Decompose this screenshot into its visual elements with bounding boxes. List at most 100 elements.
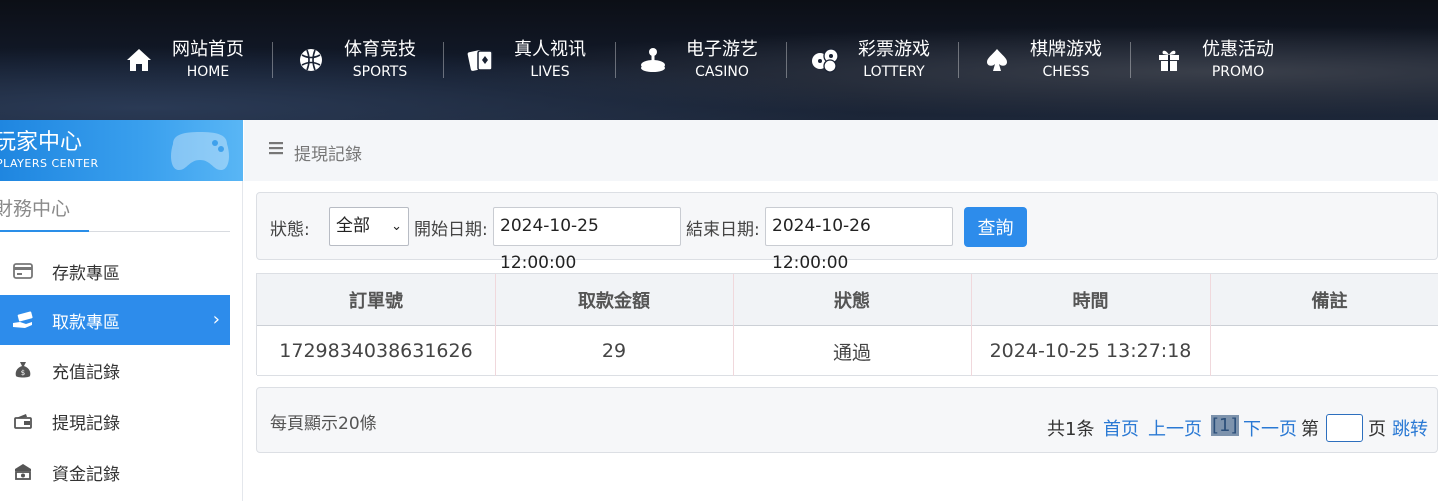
sidebar-item-recharge-records[interactable]: $ 充值記錄 <box>0 345 230 395</box>
pagination-bar: 每頁顯示20條 共1条 首页 上一页 [1] 下一页 第 页 跳转 <box>256 387 1438 453</box>
nav-lives-sub: LIVES <box>530 64 570 80</box>
sidebar-item-label: 存款專區 <box>52 263 120 284</box>
column-divider <box>495 274 496 376</box>
filter-bar: 狀態: 全部 ⌄ 開始日期: 2024-10-25 12:00:00 結束日期:… <box>256 192 1438 273</box>
sidebar-item-label: 資金記錄 <box>52 464 120 485</box>
end-date-input[interactable]: 2024-10-26 12:00:00 <box>765 207 953 273</box>
sidebar-item-withdraw-records[interactable]: 提現記錄 <box>0 396 230 446</box>
chevron-down-icon: ⌄ <box>391 219 402 234</box>
nav-divider <box>272 42 273 78</box>
next-page-link[interactable]: 下一页 <box>1243 415 1297 441</box>
nav-lives-label: 真人视讯 <box>514 39 586 60</box>
column-header-time: 時間 <box>1072 291 1109 312</box>
sidebar-item-deposit[interactable]: 存款專區 <box>0 246 230 296</box>
gamepad-icon <box>171 132 229 170</box>
nav-lottery-sub: LOTTERY <box>863 64 925 80</box>
lottery-balls-icon <box>810 45 840 75</box>
first-page-link[interactable]: 首页 <box>1103 415 1139 441</box>
goto-page-button[interactable]: 跳转 <box>1392 415 1428 441</box>
cell-status: 通過 <box>832 341 871 364</box>
card-icon <box>12 260 34 282</box>
nav-divider <box>786 42 787 78</box>
current-page: [1] <box>1211 415 1239 436</box>
wallet-icon <box>12 410 34 432</box>
ball-icon <box>296 45 326 75</box>
nav-sports-sub: SPORTS <box>352 64 408 80</box>
money-bag-icon: $ <box>12 359 34 381</box>
nav-lottery-label: 彩票游戏 <box>858 39 930 60</box>
status-label: 狀態: <box>270 220 310 240</box>
withdraw-records-table: 訂單號 取款金額 狀態 時間 備註 1729834038631626 29 通過… <box>256 273 1438 376</box>
top-navigation: 网站首页 HOME 体育竞技 SPORTS 真人视讯 LIVES 电子游艺 CASINO… <box>0 0 1438 120</box>
joystick-icon <box>638 45 668 75</box>
nav-home-sub: HOME <box>186 64 230 80</box>
total-count: 共1条 <box>1047 419 1095 440</box>
page-title: 提現記錄 <box>294 145 362 165</box>
nav-divider <box>443 42 444 78</box>
start-date-input[interactable]: 2024-10-25 12:00:00 <box>493 207 681 273</box>
sidebar-item-label: 取款專區 <box>52 312 120 333</box>
cell-time: 2024-10-25 13:27:18 <box>989 340 1192 362</box>
svg-text:$: $ <box>21 369 25 377</box>
menu-icon <box>269 142 283 155</box>
end-date-label: 結束日期: <box>686 220 760 240</box>
column-header-remark: 備註 <box>1311 291 1348 312</box>
nav-casino-sub: CASINO <box>695 64 749 80</box>
nav-promo-label: 优惠活动 <box>1202 39 1274 60</box>
nav-chess-sub: CHESS <box>1042 64 1090 80</box>
nav-casino-label: 电子游艺 <box>686 39 758 60</box>
goto-prefix: 第 <box>1301 419 1319 440</box>
sidebar-item-label: 充值記錄 <box>52 362 120 383</box>
nav-promo[interactable]: 优惠活动 PROMO <box>1154 38 1274 82</box>
section-underline <box>0 230 89 232</box>
home-icon <box>124 45 154 75</box>
query-button[interactable]: 查詢 <box>964 207 1027 247</box>
cell-amount: 29 <box>601 340 627 362</box>
column-divider <box>733 274 734 376</box>
nav-sports[interactable]: 体育竞技 SPORTS <box>296 38 416 82</box>
cell-remark <box>1210 326 1438 376</box>
nav-divider <box>1130 42 1131 78</box>
nav-divider <box>615 42 616 78</box>
status-select-value: 全部 <box>336 216 370 236</box>
sidebar-item-label: 提現記錄 <box>52 413 120 434</box>
players-center-subtitle: PLAYERS CENTER <box>0 157 99 170</box>
sidebar: 玩家中心 PLAYERS CENTER 財務中心 存款專區 取款專區 › $ 充… <box>0 120 243 501</box>
finance-center-heading: 財務中心 <box>0 198 71 220</box>
cards-icon <box>466 45 496 75</box>
breadcrumb: 提現記錄 <box>244 120 1438 181</box>
table-row: 1729834038631626 29 通過 2024-10-25 13:27:… <box>257 326 1438 376</box>
column-header-amount: 取款金額 <box>578 291 650 312</box>
column-divider <box>971 274 972 376</box>
status-select[interactable]: 全部 ⌄ <box>329 207 409 246</box>
chevron-right-icon: › <box>212 309 220 330</box>
sidebar-item-withdraw[interactable]: 取款專區 › <box>0 295 230 345</box>
sidebar-item-fund-records[interactable]: 資金記錄 <box>0 447 230 497</box>
nav-home[interactable]: 网站首页 HOME <box>124 38 244 82</box>
nav-sports-label: 体育竞技 <box>344 39 416 60</box>
safe-icon <box>12 461 34 483</box>
nav-lottery[interactable]: 彩票游戏 LOTTERY <box>810 38 930 82</box>
column-header-status: 狀態 <box>834 291 870 312</box>
nav-lives[interactable]: 真人视讯 LIVES <box>466 38 586 82</box>
column-header-order-no: 訂單號 <box>349 291 403 312</box>
nav-chess-label: 棋牌游戏 <box>1030 39 1102 60</box>
gift-icon <box>1154 45 1184 75</box>
nav-casino[interactable]: 电子游艺 CASINO <box>638 38 758 82</box>
column-divider <box>1210 274 1211 376</box>
cell-order-no: 1729834038631626 <box>279 340 473 362</box>
table-header: 訂單號 取款金額 狀態 時間 備註 <box>257 274 1438 326</box>
nav-divider <box>958 42 959 78</box>
nav-promo-sub: PROMO <box>1211 64 1265 80</box>
per-page-text: 每頁顯示20條 <box>270 414 377 434</box>
goto-suffix: 页 <box>1368 419 1386 440</box>
prev-page-link[interactable]: 上一页 <box>1148 415 1202 441</box>
hand-cash-icon <box>12 309 34 331</box>
nav-chess[interactable]: 棋牌游戏 CHESS <box>982 38 1102 82</box>
nav-home-label: 网站首页 <box>172 39 244 60</box>
goto-page-input[interactable] <box>1326 414 1363 442</box>
start-date-label: 開始日期: <box>414 220 488 240</box>
players-center-title: 玩家中心 <box>0 130 83 155</box>
spade-icon <box>982 45 1012 75</box>
players-center-banner: 玩家中心 PLAYERS CENTER <box>0 120 243 181</box>
